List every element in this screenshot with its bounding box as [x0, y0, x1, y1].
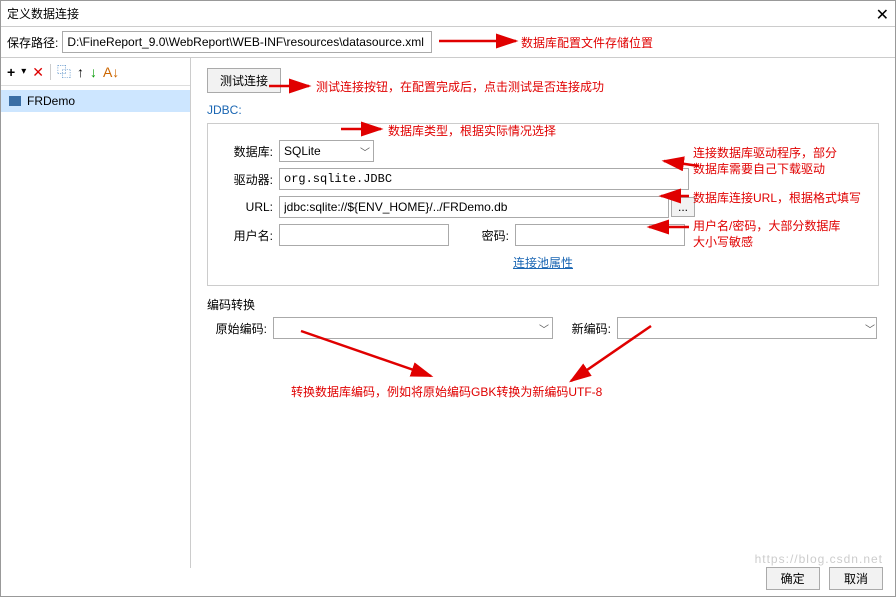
username-label: 用户名: — [218, 227, 273, 244]
password-input[interactable] — [515, 224, 685, 246]
move-up-icon[interactable]: ↑ — [77, 65, 84, 79]
database-select[interactable] — [279, 140, 374, 162]
close-icon[interactable]: ✕ — [876, 3, 889, 29]
datasource-icon — [9, 96, 21, 106]
test-connection-button[interactable]: 测试连接 — [207, 68, 281, 93]
url-browse-button[interactable]: ... — [671, 197, 695, 217]
sidebar-item-label: FRDemo — [27, 94, 75, 108]
url-label: URL: — [218, 200, 273, 214]
jdbc-group-title: JDBC: — [207, 103, 879, 117]
copy-icon[interactable]: ⿻ — [57, 65, 71, 79]
window-title: 定义数据连接 — [7, 7, 79, 21]
driver-input[interactable] — [279, 168, 689, 190]
new-encode-select[interactable] — [617, 317, 877, 339]
separator — [50, 64, 51, 80]
database-label: 数据库: — [218, 143, 273, 160]
ok-button[interactable]: 确定 — [766, 567, 820, 590]
sort-icon[interactable]: A↓ — [103, 65, 119, 79]
sidebar-item-frdemo[interactable]: FRDemo — [1, 90, 190, 112]
url-input[interactable] — [279, 196, 669, 218]
delete-icon[interactable]: ✕ — [32, 65, 44, 79]
watermark: https://blog.csdn.net — [755, 552, 883, 566]
orig-encode-select[interactable] — [273, 317, 553, 339]
username-input[interactable] — [279, 224, 449, 246]
save-path-label: 保存路径: — [7, 34, 58, 51]
password-label: 密码: — [469, 227, 509, 244]
driver-label: 驱动器: — [218, 171, 273, 188]
cancel-button[interactable]: 取消 — [829, 567, 883, 590]
orig-encode-label: 原始编码: — [207, 320, 267, 337]
move-down-icon[interactable]: ↓ — [90, 65, 97, 79]
save-path-input[interactable] — [62, 31, 432, 53]
encode-group-title: 编码转换 — [207, 296, 879, 313]
add-icon[interactable]: + — [7, 65, 15, 79]
pool-properties-link[interactable]: 连接池属性 — [513, 256, 573, 270]
new-encode-label: 新编码: — [561, 320, 611, 337]
add-dropdown-icon[interactable]: ▾ — [21, 67, 26, 77]
